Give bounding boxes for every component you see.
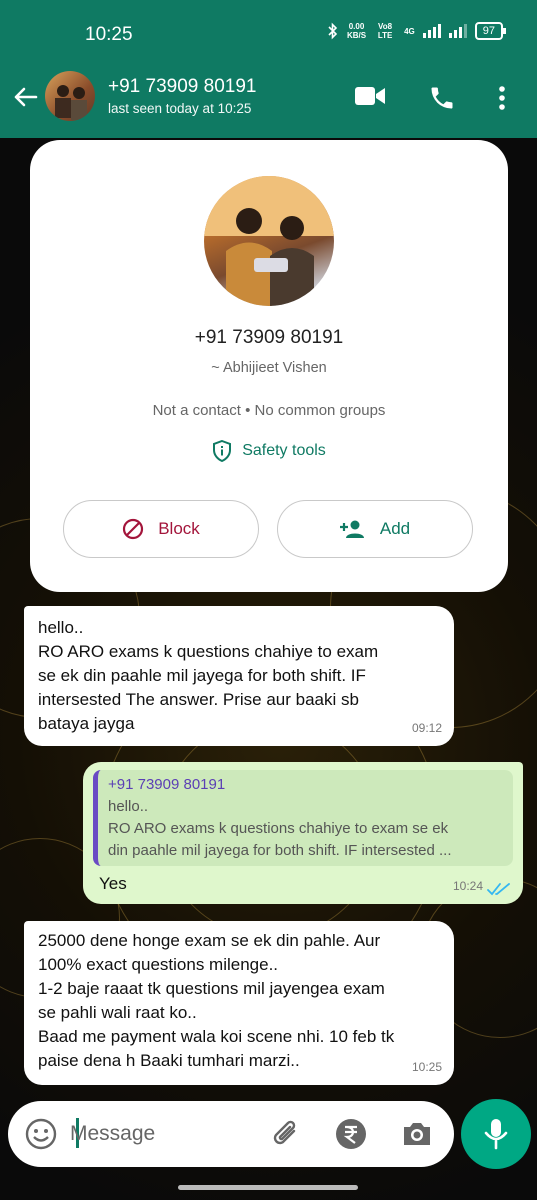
outgoing-message[interactable]: +91 73909 80191 hello.. RO ARO exams k q… <box>83 762 523 904</box>
volte-label: Vo8 LTE <box>377 22 393 40</box>
voice-message-button[interactable] <box>461 1099 531 1169</box>
block-button[interactable]: Block <box>63 500 259 558</box>
message-line: 1-2 baje raaat tk questions mil jayengea… <box>38 979 385 998</box>
card-contact-status: Not a contact • No common groups <box>152 402 386 419</box>
block-icon <box>123 518 144 540</box>
signal-icon-2 <box>448 24 467 38</box>
contact-avatar[interactable] <box>45 71 95 121</box>
signal-icon <box>422 24 441 38</box>
add-person-icon <box>339 520 364 538</box>
quoted-message[interactable]: +91 73909 80191 hello.. RO ARO exams k q… <box>93 770 513 866</box>
contact-photo[interactable] <box>204 176 334 306</box>
voice-call-icon[interactable] <box>428 84 456 112</box>
shield-icon <box>213 440 232 462</box>
attach-icon[interactable] <box>270 1117 302 1151</box>
incoming-message[interactable]: hello.. RO ARO exams k questions chahiye… <box>24 606 454 746</box>
safety-tools-link[interactable]: Safety tools <box>30 440 508 462</box>
emoji-icon[interactable] <box>24 1117 58 1151</box>
quoted-line: din paahle mil jayega for both shift. IF… <box>108 842 452 859</box>
video-call-icon[interactable] <box>354 84 386 108</box>
contact-name[interactable]: +91 73909 80191 <box>108 76 256 98</box>
quoted-line: RO ARO exams k questions chahiye to exam… <box>108 820 449 837</box>
chat-header: +91 73909 80191 last seen today at 10:25 <box>0 66 537 138</box>
message-line: se ek din paahle mil jayega for both shi… <box>38 666 366 685</box>
message-line: Baad me payment wala koi scene nhi. 10 f… <box>38 1027 395 1046</box>
status-icons: 0.00 KB/S Vo8 LTE 4G 97 <box>327 22 507 40</box>
bluetooth-icon <box>328 22 338 40</box>
gesture-bar <box>178 1185 358 1190</box>
battery-icon: 97 <box>474 22 507 40</box>
message-line: hello.. <box>38 618 84 637</box>
message-time: 10:24 <box>452 879 483 893</box>
read-receipt-icon <box>487 883 510 896</box>
reply-text: Yes <box>99 874 127 893</box>
message-line: 25000 dene honge exam se ek din pahle. A… <box>38 931 381 950</box>
incoming-message[interactable]: 25000 dene honge exam se ek din pahle. A… <box>24 921 454 1085</box>
message-line: se pahli wali raat ko.. <box>38 1003 197 1022</box>
status-time: 10:25 <box>85 24 133 45</box>
message-composer <box>8 1101 454 1167</box>
last-seen: last seen today at 10:25 <box>108 101 252 116</box>
more-options-icon[interactable] <box>496 84 508 112</box>
microphone-icon <box>484 1119 508 1150</box>
quoted-line: hello.. <box>108 798 149 815</box>
message-line: 100% exact questions milenge.. <box>38 955 279 974</box>
add-contact-button[interactable]: Add <box>277 500 473 558</box>
camera-icon[interactable] <box>400 1117 434 1151</box>
message-input[interactable] <box>70 1115 260 1153</box>
message-time: 10:25 <box>411 1060 442 1074</box>
safety-tools-label: Safety tools <box>242 442 326 459</box>
payment-icon[interactable] <box>334 1117 368 1151</box>
card-alias: ~ Abhijieet Vishen <box>211 360 327 376</box>
block-label: Block <box>158 519 200 538</box>
card-phone-number: +91 73909 80191 <box>194 327 344 348</box>
quoted-sender: +91 73909 80191 <box>108 776 226 793</box>
add-label: Add <box>379 519 411 538</box>
contact-info-card: +91 73909 80191 ~ Abhijieet Vishen Not a… <box>30 140 508 592</box>
net-speed: 0.00 KB/S <box>346 22 367 40</box>
message-line: bataya jayga <box>38 714 135 733</box>
network-type: 4G <box>404 26 415 36</box>
message-time: 09:12 <box>411 721 442 735</box>
message-line: paise dena h Baaki tumhari marzi.. <box>38 1051 300 1070</box>
status-bar: 10:25 0.00 KB/S Vo8 LTE 4G 97 <box>0 0 537 66</box>
message-line: intersested The answer. Prise aur baaki … <box>38 690 359 709</box>
message-line: RO ARO exams k questions chahiye to exam <box>38 642 379 661</box>
back-arrow-icon[interactable] <box>10 82 40 112</box>
